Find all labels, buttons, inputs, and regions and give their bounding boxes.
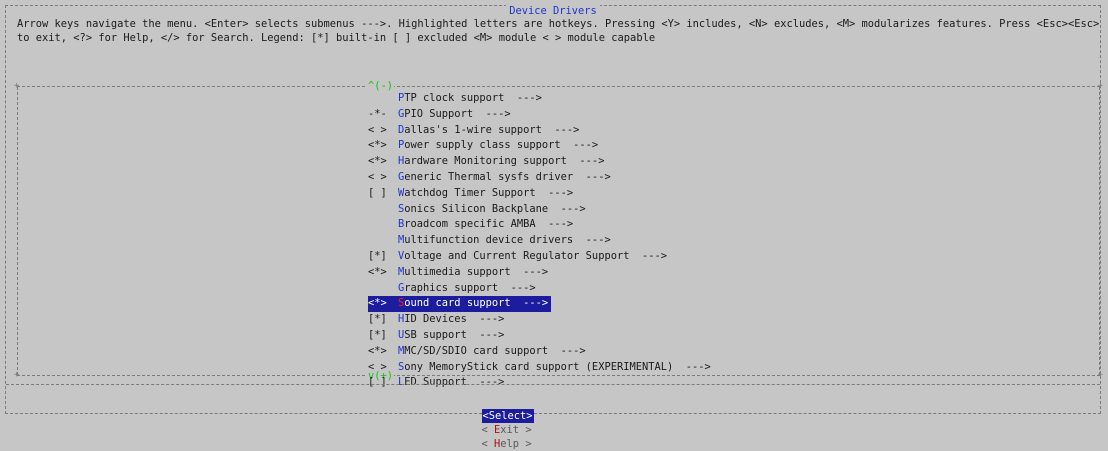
- dialog-title: Device Drivers: [6, 5, 1100, 17]
- menu-item-mark[interactable]: <*>: [368, 154, 398, 170]
- menu-item[interactable]: <*> Hardware Monitoring support --->: [368, 154, 711, 170]
- menu-item-mark[interactable]: [*]: [368, 312, 398, 328]
- corner-plus-bottom-right: +: [1097, 370, 1103, 380]
- menu-item-label: MC/SD/SDIO card support --->: [404, 344, 586, 357]
- menu-item[interactable]: Broadcom specific AMBA --->: [368, 217, 711, 233]
- menu-item-mark[interactable]: < >: [368, 123, 398, 139]
- exit-left: <: [481, 424, 495, 436]
- menu-item[interactable]: <*> Multimedia support --->: [368, 265, 711, 281]
- menu-item[interactable]: Sonics Silicon Backplane --->: [368, 202, 711, 218]
- menu-item-label: eneric Thermal sysfs driver --->: [404, 170, 611, 183]
- footer-divider: [6, 384, 1100, 385]
- menu-item-label: atchdog Timer Support --->: [404, 186, 574, 199]
- menu-item[interactable]: <*> Power supply class support --->: [368, 138, 711, 154]
- menu-item-label: ardware Monitoring support --->: [404, 155, 605, 168]
- select-button[interactable]: <Select>: [481, 409, 534, 423]
- corner-plus-top-right: +: [1097, 81, 1103, 91]
- menu-item[interactable]: -*- GPIO Support --->: [368, 107, 711, 123]
- corner-plus-top-left: +: [14, 81, 20, 91]
- menu-item[interactable]: <*> MMC/SD/SDIO card support --->: [368, 344, 711, 360]
- button-bar: <Select> < Exit > < Help >: [469, 395, 548, 451]
- menu-item-label: ultifunction device drivers --->: [404, 234, 611, 247]
- menu-item-mark[interactable]: <*>: [368, 138, 398, 154]
- menu-item-label: ony MemoryStick card support (EXPERIMENT…: [404, 360, 711, 373]
- menu-item-label: ED Support --->: [404, 376, 505, 389]
- menu-item[interactable]: <*> Sound card support --->: [368, 296, 552, 313]
- menu-item-label: ower supply class support --->: [404, 139, 599, 152]
- menu-item-label: PIO Support --->: [404, 107, 511, 120]
- menu-item-mark[interactable]: [ ]: [368, 186, 398, 202]
- menu-item-mark[interactable]: <*>: [368, 265, 398, 281]
- menu-item-label: raphics support --->: [404, 281, 536, 294]
- menu-item[interactable]: [*] Voltage and Current Regulator Support…: [368, 249, 711, 265]
- menu-list: PTP clock support ---> -*- GPIO Support --…: [368, 91, 711, 391]
- menu-item-mark[interactable]: [*]: [368, 328, 398, 344]
- menu-item-label: SB support --->: [404, 328, 505, 341]
- menu-item[interactable]: < > Dallas's 1-wire support --->: [368, 123, 711, 139]
- menu-item[interactable]: PTP clock support --->: [368, 91, 711, 107]
- menu-item-label: ound card support --->: [404, 297, 549, 310]
- menu-item-mark[interactable]: -*-: [368, 107, 398, 123]
- menu-item[interactable]: < > Generic Thermal sysfs driver --->: [368, 170, 711, 186]
- menu-item-label: oltage and Current Regulator Support ---…: [404, 249, 668, 262]
- menu-item[interactable]: [*] HID Devices --->: [368, 312, 711, 328]
- menu-item-label: allas's 1-wire support --->: [404, 123, 580, 136]
- menu-item-mark[interactable]: < >: [368, 360, 398, 376]
- menu-item[interactable]: Graphics support --->: [368, 281, 711, 297]
- menu-item[interactable]: < > Sony MemoryStick card support (EXPERI…: [368, 360, 711, 376]
- menu-item-mark[interactable]: [*]: [368, 249, 398, 265]
- menu-item-mark[interactable]: <*>: [368, 344, 398, 360]
- exit-button[interactable]: < Exit >: [482, 423, 532, 437]
- help-button[interactable]: < Help >: [482, 437, 532, 451]
- menu-item-label: ID Devices --->: [404, 313, 505, 326]
- corner-plus-bottom-left: +: [14, 370, 20, 380]
- menu-item-mark[interactable]: < >: [368, 170, 398, 186]
- menu-item[interactable]: Multifunction device drivers --->: [368, 233, 711, 249]
- menu-item-label: roadcom specific AMBA --->: [404, 218, 574, 231]
- menu-item-label: ultimedia support --->: [404, 265, 549, 278]
- menu-item-label: onics Silicon Backplane --->: [404, 202, 586, 215]
- menu-item-mark[interactable]: <*>: [368, 296, 398, 312]
- menu-item[interactable]: [ ] Watchdog Timer Support --->: [368, 186, 711, 202]
- help-text: Arrow keys navigate the menu. <Enter> se…: [17, 18, 1100, 44]
- help-left: <: [481, 438, 495, 450]
- help-label: elp >: [500, 438, 532, 450]
- menu-item[interactable]: [*] USB support --->: [368, 328, 711, 344]
- exit-label: xit >: [500, 424, 532, 436]
- menu-item-label: TP clock support --->: [404, 92, 542, 104]
